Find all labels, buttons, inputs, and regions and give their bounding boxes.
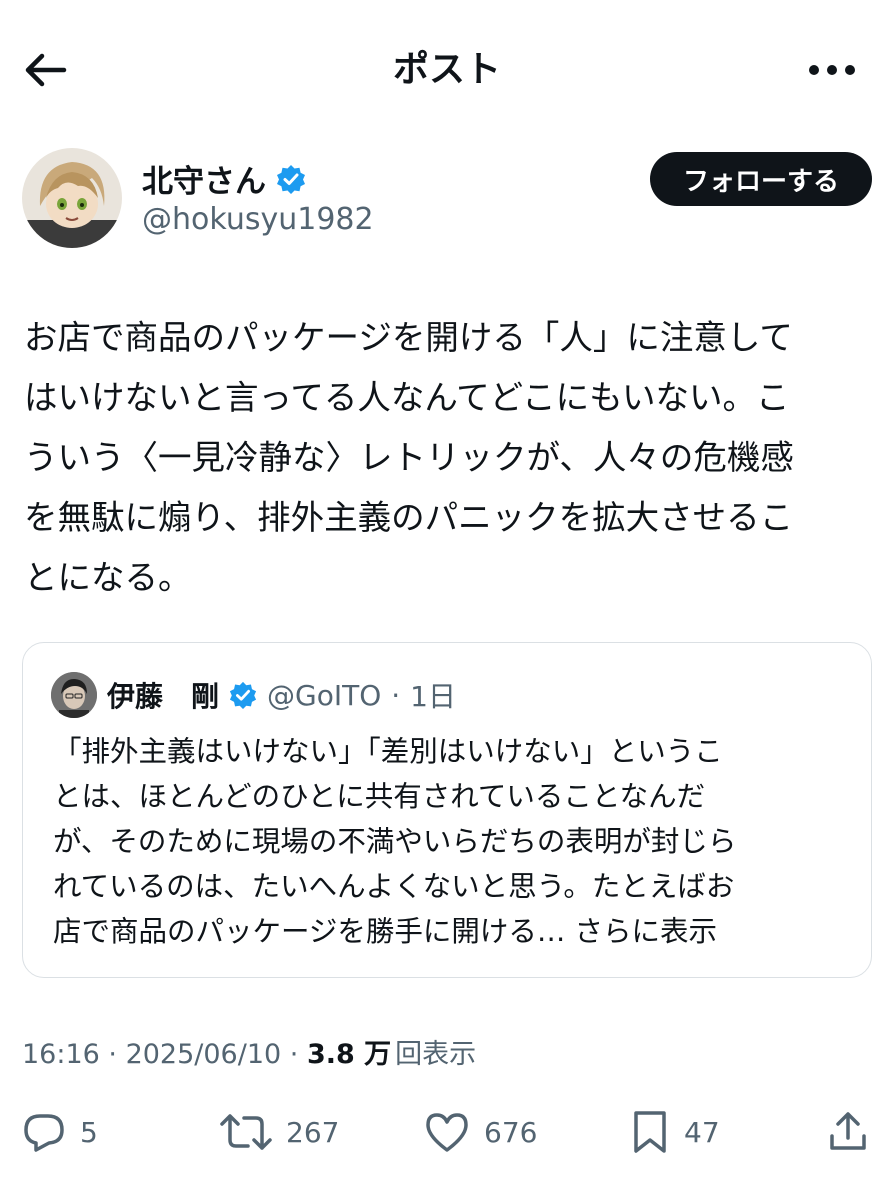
quoted-post[interactable]: 伊藤 剛 @GoITO · 1日 「排外主義はいけない」「差別はいけない」という… <box>22 642 872 978</box>
repost-button[interactable]: 267 <box>220 1100 339 1164</box>
like-button[interactable]: 676 <box>424 1100 537 1164</box>
meta-separator: · <box>99 1039 126 1070</box>
author-name[interactable]: 北守さん <box>142 156 266 201</box>
action-bar: 5 267 676 47 <box>0 1100 894 1164</box>
post-date: 2025/06/10 <box>125 1039 282 1070</box>
author-avatar-image <box>22 148 122 248</box>
more-icon <box>809 65 855 75</box>
view-count: 3.8 万 <box>306 1039 392 1070</box>
verified-badge-icon <box>277 164 305 194</box>
author-handle[interactable]: @hokusyu1982 <box>142 202 374 237</box>
reply-icon <box>24 1114 64 1152</box>
top-bar: ポスト <box>0 0 894 140</box>
repost-count: 267 <box>286 1115 340 1149</box>
like-count: 676 <box>484 1115 538 1149</box>
quoted-separator: · <box>391 678 401 712</box>
more-options-button[interactable] <box>802 46 862 94</box>
meta-separator: · <box>281 1039 307 1070</box>
post-meta: 16:16 · 2025/06/10 · 3.8 万 回表示 <box>22 1032 476 1071</box>
quoted-avatar <box>51 672 97 718</box>
quoted-author-name: 伊藤 剛 <box>107 680 220 713</box>
heart-icon <box>426 1113 468 1152</box>
quoted-verified-badge-icon <box>229 681 257 709</box>
show-more-link[interactable]: さらに表示 <box>575 915 718 948</box>
author-name-row: 北守さん <box>142 156 306 201</box>
repost-icon <box>220 1114 272 1150</box>
quoted-post-text: 「排外主義はいけない」「差別はいけない」というこ とは、ほとんどのひとに共有され… <box>53 729 853 954</box>
share-button[interactable] <box>826 1100 870 1164</box>
bookmark-button[interactable]: 47 <box>630 1100 720 1164</box>
bookmark-count: 47 <box>684 1115 720 1149</box>
quoted-avatar-image <box>51 672 97 718</box>
bookmark-icon <box>634 1111 666 1153</box>
view-count-label: 回表示 <box>395 1039 477 1070</box>
quoted-post-time: 1日 <box>410 680 456 713</box>
share-icon <box>830 1112 866 1150</box>
reply-button[interactable]: 5 <box>22 1100 98 1164</box>
post-author: 北守さん @hokusyu1982 フォローする <box>22 148 872 252</box>
follow-button[interactable]: フォローする <box>650 152 872 206</box>
post-time: 16:16 <box>22 1039 100 1070</box>
avatar[interactable] <box>22 148 122 248</box>
reply-count: 5 <box>80 1115 98 1149</box>
page-title: ポスト <box>392 49 501 90</box>
quoted-author-handle: @GoITO <box>267 678 382 712</box>
quoted-post-header: 伊藤 剛 @GoITO · 1日 <box>51 671 456 719</box>
post-text: お店で商品のパッケージを開ける「人」に注意して はいけないと言ってる人なんてどこ… <box>24 318 794 597</box>
